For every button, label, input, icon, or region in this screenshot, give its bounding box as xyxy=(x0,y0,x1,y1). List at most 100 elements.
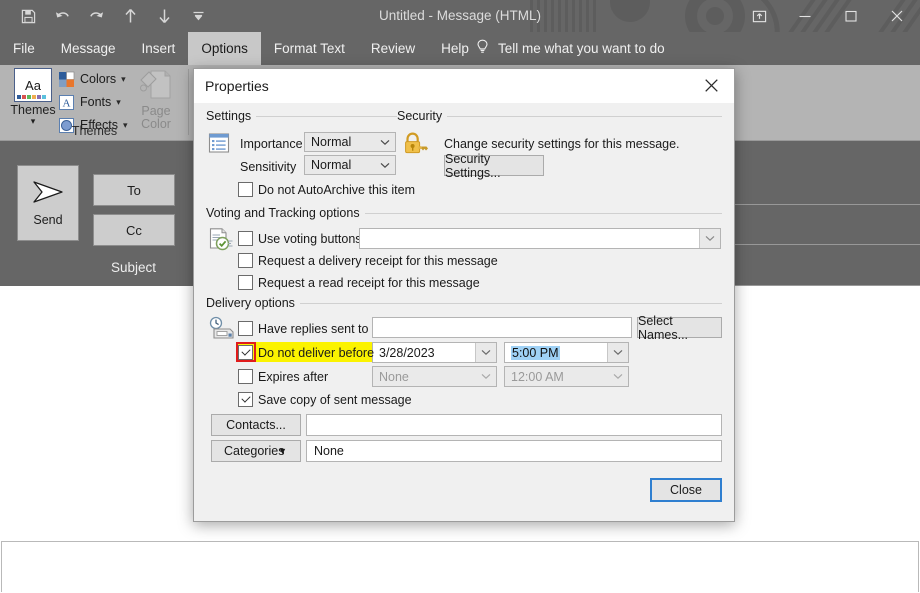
delivery-receipt-label: Request a delivery receipt for this mess… xyxy=(258,253,498,268)
tell-me-search[interactable]: Tell me what you want to do xyxy=(476,32,665,65)
tab-help-label: Help xyxy=(441,41,469,56)
send-arrow-icon xyxy=(31,180,65,209)
save-copy-of-sent-message-checkbox[interactable]: Save copy of sent message xyxy=(238,392,412,407)
read-receipt-checkbox[interactable]: Request a read receipt for this message xyxy=(238,275,480,290)
dialog-title: Properties xyxy=(205,78,269,94)
svg-text:A: A xyxy=(63,97,71,109)
tab-file[interactable]: File xyxy=(0,32,48,65)
importance-label: Importance xyxy=(240,137,303,151)
dialog-close-button[interactable]: Close xyxy=(650,478,722,502)
redo-icon[interactable] xyxy=(86,5,106,27)
do-not-deliver-before-label: Do not deliver before xyxy=(258,345,375,360)
tab-review-label: Review xyxy=(370,41,416,56)
expires-after-time-value: 12:00 AM xyxy=(511,369,564,384)
tell-me-label: Tell me what you want to do xyxy=(498,41,665,56)
contacts-button[interactable]: Contacts... xyxy=(211,414,301,436)
chevron-down-icon: ▼ xyxy=(278,446,287,456)
tab-format-text-label: Format Text xyxy=(273,41,345,56)
to-button-label: To xyxy=(127,182,141,198)
security-settings-button[interactable]: Security Settings... xyxy=(444,152,544,180)
customize-quick-access-toolbar-icon[interactable] xyxy=(188,5,208,27)
expires-after-checkbox[interactable]: Expires after xyxy=(238,369,328,384)
theme-color-swatches xyxy=(17,95,46,99)
do-not-deliver-time-combobox[interactable]: 5:00 PM xyxy=(504,342,629,363)
checkbox-box xyxy=(238,231,253,246)
chevron-down-icon[interactable]: ▾ xyxy=(121,74,126,85)
save-icon[interactable] xyxy=(18,5,38,27)
have-replies-sent-to-checkbox[interactable]: Have replies sent to xyxy=(238,321,368,336)
expires-after-label: Expires after xyxy=(258,369,329,384)
delivery-receipt-checkbox[interactable]: Request a delivery receipt for this mess… xyxy=(238,253,498,268)
undo-icon[interactable] xyxy=(52,5,72,27)
dialog-close-icon[interactable] xyxy=(689,69,734,102)
chevron-down-icon[interactable]: ▾ xyxy=(116,97,121,108)
colors-button[interactable]: Colors ▾ xyxy=(58,69,128,89)
themes-button[interactable]: Aa Themes ▾ xyxy=(8,68,58,126)
do-not-deliver-date-combobox[interactable]: 3/28/2023 xyxy=(372,342,497,363)
ribbon-tabs: File Message Insert Options Format Text … xyxy=(0,32,482,65)
tab-insert-label: Insert xyxy=(141,41,176,56)
have-replies-sent-to-input[interactable] xyxy=(372,317,632,338)
checkbox-box xyxy=(238,321,253,336)
settings-group-label: Settings xyxy=(206,109,257,123)
ribbon-group-themes: Aa Themes ▾ Colors ▾ A Fonts ▾ Effects ▾… xyxy=(0,65,189,140)
tab-options-label: Options xyxy=(201,41,248,56)
dialog-close-button-label: Close xyxy=(670,483,702,497)
previous-item-icon[interactable] xyxy=(120,5,140,27)
select-names-button[interactable]: Select Names... xyxy=(637,314,722,342)
sensitivity-combobox[interactable]: Normal xyxy=(304,155,396,175)
tab-options[interactable]: Options xyxy=(188,32,261,65)
importance-combobox[interactable]: Normal xyxy=(304,132,396,152)
sensitivity-value: Normal xyxy=(311,158,352,172)
do-not-deliver-time-value: 5:00 PM xyxy=(511,345,560,360)
delivery-group-label: Delivery options xyxy=(206,296,300,310)
voting-buttons-combobox[interactable] xyxy=(359,228,721,249)
chevron-down-icon xyxy=(607,343,628,362)
voting-tracking-icon xyxy=(208,227,234,258)
chevron-down-icon xyxy=(608,367,628,386)
select-names-label: Select Names... xyxy=(638,313,689,342)
cc-field-line[interactable] xyxy=(733,244,920,245)
security-group-line xyxy=(444,116,722,117)
categories-input[interactable]: None xyxy=(306,440,722,462)
expires-after-date-combobox[interactable]: None xyxy=(372,366,497,387)
expires-after-time-combobox[interactable]: 12:00 AM xyxy=(504,366,629,387)
chevron-down-icon xyxy=(476,367,496,386)
contacts-input[interactable] xyxy=(306,414,722,436)
dialog-body: Settings Importance Normal Sensitivity N… xyxy=(194,103,734,520)
minimize-icon[interactable] xyxy=(782,0,828,32)
cc-button[interactable]: Cc xyxy=(93,214,175,246)
tab-help[interactable]: Help xyxy=(428,32,482,65)
tab-review[interactable]: Review xyxy=(358,32,428,65)
ribbon-group-themes-label: Themes xyxy=(71,124,118,138)
do-not-autoarchive-checkbox[interactable]: Do not AutoArchive this item xyxy=(238,182,415,197)
message-body-page[interactable] xyxy=(1,541,919,592)
colors-label: Colors xyxy=(80,72,117,86)
window-controls xyxy=(736,0,920,32)
tab-insert[interactable]: Insert xyxy=(129,32,189,65)
checkbox-box xyxy=(238,253,253,268)
tab-file-label: File xyxy=(13,41,35,56)
next-item-icon[interactable] xyxy=(154,5,174,27)
page-color-icon xyxy=(139,69,173,105)
tab-message-label: Message xyxy=(60,41,116,56)
security-settings-label: Security Settings... xyxy=(445,151,501,180)
send-button[interactable]: Send xyxy=(17,165,79,241)
to-button[interactable]: To xyxy=(93,174,175,206)
checkbox-box xyxy=(238,345,253,360)
do-not-autoarchive-label: Do not AutoArchive this item xyxy=(258,182,416,197)
use-voting-buttons-checkbox[interactable]: Use voting buttons xyxy=(238,231,362,246)
themes-button-label: Themes xyxy=(10,103,56,117)
colors-icon xyxy=(58,71,75,88)
maximize-icon[interactable] xyxy=(828,0,874,32)
to-field-line[interactable] xyxy=(733,204,920,205)
tab-format-text[interactable]: Format Text xyxy=(261,32,358,65)
do-not-deliver-before-checkbox[interactable]: Do not deliver before xyxy=(238,345,374,360)
categories-button[interactable]: Categories ▼ xyxy=(211,440,301,462)
tab-message[interactable]: Message xyxy=(48,32,129,65)
page-color-button[interactable]: Page Color xyxy=(130,69,182,131)
ribbon-display-options-icon[interactable] xyxy=(736,0,782,32)
close-icon[interactable] xyxy=(874,0,920,32)
fonts-button[interactable]: A Fonts ▾ xyxy=(58,92,128,112)
chevron-down-icon xyxy=(375,133,395,151)
